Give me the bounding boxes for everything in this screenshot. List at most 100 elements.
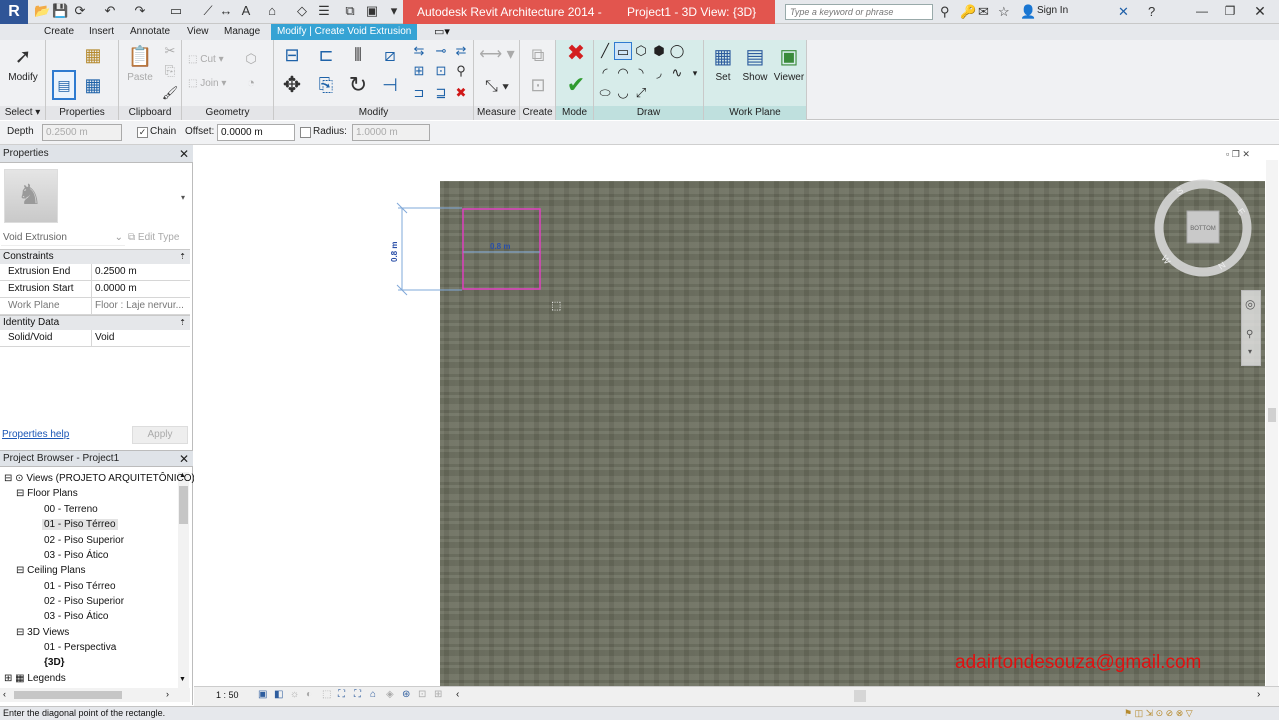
favorites-icon[interactable]: ☆ bbox=[998, 4, 1010, 20]
pin-icon[interactable]: ⊸ bbox=[432, 42, 450, 60]
close-icon[interactable]: ✕ bbox=[179, 451, 189, 467]
align-icon[interactable]: ⊟ bbox=[280, 46, 304, 70]
cancel-edit-mode-icon[interactable]: ✖ bbox=[564, 42, 588, 68]
polygon-inscribed-icon[interactable]: ⬡ bbox=[632, 42, 650, 60]
horizontal-scroll-thumb[interactable] bbox=[854, 690, 866, 702]
tree-item[interactable]: 03 - Piso Ático bbox=[44, 550, 108, 561]
scroll-left-icon[interactable]: ‹ bbox=[3, 689, 6, 699]
ellipse-icon[interactable]: ⬭ bbox=[596, 84, 614, 102]
restore-view-icon[interactable]: ❐ bbox=[1232, 149, 1240, 159]
tree-node-views-root[interactable]: ⊟ ⊙ Views (PROJETO ARQUITETÔNICO) bbox=[4, 473, 195, 484]
tab-view[interactable]: View bbox=[181, 24, 215, 40]
chain-checkbox[interactable]: ✓ bbox=[137, 127, 148, 138]
rotate-icon[interactable]: ↻ bbox=[346, 74, 370, 100]
cut-icon[interactable]: ✂ bbox=[161, 42, 179, 60]
unpin-element-icon[interactable]: ⚲ bbox=[452, 62, 470, 80]
thin-lines-icon[interactable]: ☰ bbox=[316, 3, 332, 19]
copy-element-icon[interactable]: ⎘ bbox=[314, 76, 338, 100]
close-view-icon[interactable]: ✕ bbox=[1242, 149, 1250, 159]
type-filter-dropdown[interactable]: Void Extrusion ⌄ bbox=[1, 230, 125, 246]
family-types-icon[interactable]: ▦ bbox=[84, 76, 102, 94]
radius-checkbox[interactable] bbox=[300, 127, 311, 138]
communication-icon[interactable]: ✉ bbox=[978, 4, 989, 20]
temp-hide-icon[interactable]: ◈ bbox=[386, 689, 394, 700]
match-type-icon[interactable]: 🖌 bbox=[161, 84, 179, 102]
split-icon[interactable]: ⇆ bbox=[410, 42, 428, 60]
type-selector-thumbnail[interactable]: ♞ bbox=[4, 169, 58, 223]
arc-start-end-icon[interactable]: ◜ bbox=[596, 64, 614, 82]
modify-button[interactable]: ➚ Modify bbox=[4, 44, 42, 83]
tree-scrollbar[interactable]: ▲ ▼ bbox=[178, 472, 189, 688]
print-icon[interactable]: ▭ bbox=[168, 3, 184, 19]
horizontal-scrollbar[interactable]: ‹ › bbox=[0, 688, 190, 702]
scroll-right-icon[interactable]: › bbox=[1257, 689, 1260, 700]
undo-icon[interactable]: ↶ bbox=[102, 3, 118, 19]
unpin-icon[interactable]: ⊡ bbox=[432, 62, 450, 80]
tree-item[interactable]: 00 - Terreno bbox=[44, 504, 98, 515]
dimension-text-vertical[interactable]: 0.8 m bbox=[390, 242, 399, 262]
constraints-group[interactable]: Constraints ⇡ bbox=[0, 249, 190, 264]
aligned-dimension-icon[interactable]: ⤡ ▾ bbox=[478, 78, 516, 96]
property-value[interactable]: 0.0000 m bbox=[91, 281, 184, 297]
tab-insert[interactable]: Insert bbox=[83, 24, 120, 40]
tab-manage[interactable]: Manage bbox=[218, 24, 266, 40]
scale-icon[interactable]: ⊐ bbox=[410, 84, 428, 102]
mirror-line-icon[interactable]: ⧄ bbox=[378, 46, 402, 70]
scroll-left-icon[interactable]: ‹ bbox=[456, 689, 459, 700]
array-icon[interactable]: ⊞ bbox=[410, 62, 428, 80]
visual-style-icon[interactable]: ◧ bbox=[274, 689, 283, 700]
tree-node-ceiling-plans[interactable]: ⊟ Ceiling Plans bbox=[16, 565, 86, 576]
view-scale[interactable]: 1 : 50 bbox=[216, 690, 239, 700]
finish-edit-mode-icon[interactable]: ✔ bbox=[564, 74, 588, 100]
partial-ellipse-icon[interactable]: ◡ bbox=[614, 84, 632, 102]
pick-lines-icon[interactable]: ⤢ bbox=[632, 84, 650, 102]
create-group-icon[interactable]: ⊡ bbox=[526, 76, 550, 100]
delete-icon[interactable]: ✖ bbox=[452, 84, 470, 102]
subscription-icon[interactable]: 🔑 bbox=[960, 4, 976, 20]
tree-item[interactable]: 01 - Perspectiva bbox=[44, 642, 116, 653]
copy-icon[interactable]: ⎘ bbox=[161, 62, 179, 80]
shadows-icon[interactable]: ◐ bbox=[306, 689, 312, 700]
open-icon[interactable]: 📂 bbox=[34, 3, 50, 19]
mirror-axis-icon[interactable]: ⫴ bbox=[346, 46, 370, 70]
crop-view-icon[interactable]: ⛶ bbox=[338, 689, 345, 700]
viewcube[interactable]: BOTTOM S E N W bbox=[1153, 178, 1253, 278]
split-gap-icon[interactable]: ⇄ bbox=[452, 42, 470, 60]
minimize-button[interactable]: — bbox=[1187, 0, 1217, 22]
properties-icon[interactable]: ▤ bbox=[52, 70, 76, 100]
text-icon[interactable]: A bbox=[238, 3, 254, 19]
close-hidden-icon[interactable]: ⧉ bbox=[342, 3, 358, 19]
trim-icon[interactable]: ⊣ bbox=[378, 76, 402, 100]
create-similar-icon[interactable]: ⧉ bbox=[526, 46, 550, 70]
property-row-extrusion-end[interactable]: Extrusion End 0.2500 m bbox=[0, 264, 190, 281]
temp-view-props-icon[interactable]: ⊡ bbox=[418, 689, 426, 700]
tree-node-3d-views[interactable]: ⊟ 3D Views bbox=[16, 627, 69, 638]
properties-help-link[interactable]: Properties help bbox=[2, 429, 69, 440]
tab-create[interactable]: Create bbox=[38, 24, 80, 40]
user-icon[interactable]: 👤 bbox=[1020, 4, 1036, 20]
split-face-icon[interactable]: ⬡ bbox=[242, 50, 260, 68]
reveal-hidden-icon[interactable]: ⊛ bbox=[402, 689, 410, 700]
search-input[interactable]: Type a keyword or phrase bbox=[785, 4, 933, 20]
minimize-view-icon[interactable]: ▫ bbox=[1226, 149, 1229, 159]
section-icon[interactable]: ◇ bbox=[294, 3, 310, 19]
render-icon[interactable]: ⬚ bbox=[322, 689, 331, 700]
scrollbar-thumb[interactable] bbox=[14, 691, 122, 699]
save-icon[interactable]: 💾 bbox=[52, 3, 68, 19]
edit-type-button[interactable]: ⧉ Edit Type bbox=[128, 230, 188, 246]
binoculars-icon[interactable]: ⚲ bbox=[940, 4, 950, 20]
scrollbar-thumb[interactable] bbox=[179, 486, 188, 524]
draw-dropdown-icon[interactable]: ▾ bbox=[686, 64, 704, 82]
close-button[interactable]: ✕ bbox=[1245, 0, 1275, 22]
line-icon[interactable]: ╱ bbox=[596, 42, 614, 60]
redo-icon[interactable]: ↷ bbox=[132, 3, 148, 19]
tree-item[interactable]: 03 - Piso Ático bbox=[44, 611, 108, 622]
property-row-solid-void[interactable]: Solid/Void Void bbox=[0, 330, 190, 347]
join-geometry-button[interactable]: ⬚ Join ▾ bbox=[188, 78, 226, 89]
tree-node-legends[interactable]: ⊞ ▦ Legends bbox=[4, 673, 66, 684]
show-work-plane-button[interactable]: ▤ Show bbox=[740, 44, 770, 83]
lock-view-icon[interactable]: ⌂ bbox=[370, 689, 376, 700]
property-value[interactable]: Void bbox=[91, 330, 184, 346]
offset-icon[interactable]: ⊏ bbox=[314, 46, 338, 70]
arc-center-icon[interactable]: ◠ bbox=[614, 64, 632, 82]
